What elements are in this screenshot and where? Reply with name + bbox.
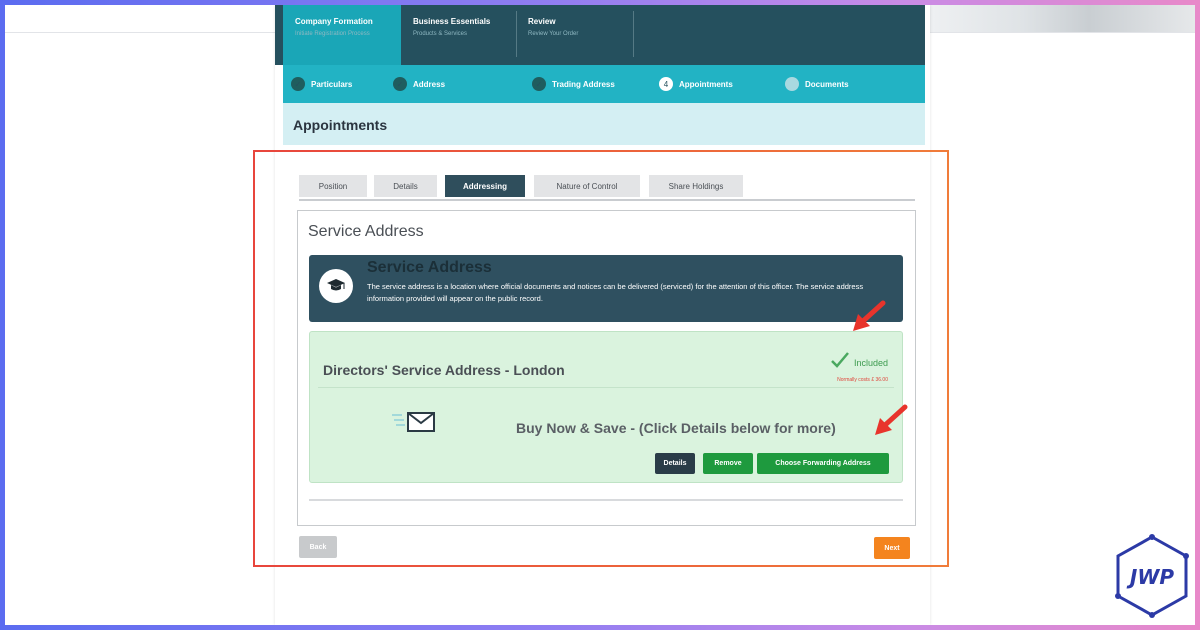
page-header: Appointments	[283, 103, 925, 145]
highlight-frame	[253, 150, 949, 567]
jwp-logo: JWP	[1112, 534, 1192, 620]
step-subtitle: Initiate Registration Process	[295, 31, 370, 37]
substep-appointments[interactable]: 4 Appointments	[659, 76, 733, 92]
annotation-arrow-icon	[853, 300, 886, 331]
check-icon: ✓	[291, 77, 305, 91]
check-icon: ✓	[532, 77, 546, 91]
substep-bar: ✓ Particulars ✓ Address ✓ Trading Addres…	[283, 65, 925, 103]
step-number-icon: 4	[659, 77, 673, 91]
step-business-essentials[interactable]: Business Essentials Products & Services	[401, 5, 516, 65]
step-header: Company Formation Initiate Registration …	[275, 5, 925, 65]
substep-trading-address[interactable]: ✓ Trading Address	[532, 76, 615, 92]
background-image	[930, 5, 1195, 32]
pending-icon	[785, 77, 799, 91]
step-divider	[633, 11, 634, 57]
substep-address[interactable]: ✓ Address	[393, 76, 445, 92]
page-title: Appointments	[293, 117, 388, 133]
check-icon: ✓	[393, 77, 407, 91]
substep-label: Trading Address	[552, 79, 615, 89]
substep-label: Address	[413, 79, 446, 89]
substep-label: Appointments	[679, 79, 733, 89]
step-subtitle: Review Your Order	[528, 31, 579, 37]
substep-documents[interactable]: Documents	[785, 76, 849, 92]
step-title: Business Essentials	[413, 17, 491, 26]
step-title: Review	[528, 17, 556, 26]
substep-particulars[interactable]: ✓ Particulars	[291, 76, 352, 92]
step-subtitle: Products & Services	[413, 31, 468, 37]
substep-label: Particulars	[311, 79, 353, 89]
annotation-arrow-icon	[875, 404, 908, 435]
step-company-formation[interactable]: Company Formation Initiate Registration …	[283, 5, 401, 65]
step-review[interactable]: Review Review Your Order	[516, 5, 633, 65]
logo-text: JWP	[1126, 565, 1175, 589]
step-title: Company Formation	[295, 17, 373, 26]
substep-label: Documents	[805, 79, 849, 89]
